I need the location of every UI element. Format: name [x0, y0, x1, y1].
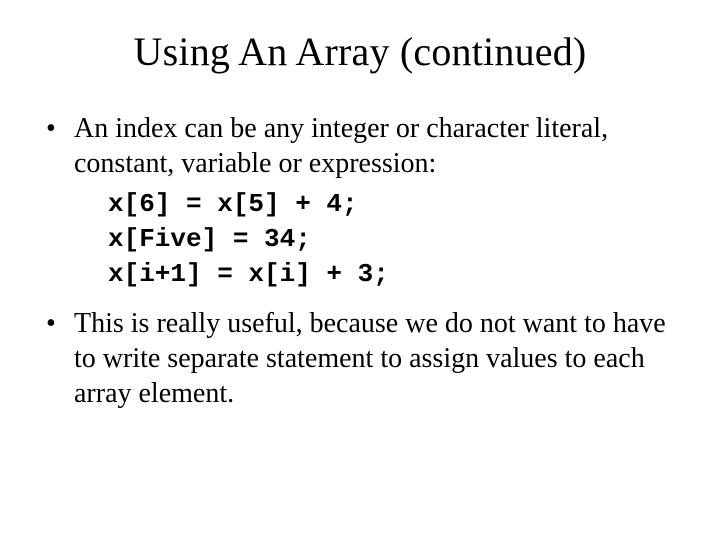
code-line: x[i+1] = x[i] + 3; [108, 257, 680, 292]
bullet-text: This is really useful, because we do not… [74, 308, 666, 409]
slide: Using An Array (continued) An index can … [0, 0, 720, 540]
code-block: x[6] = x[5] + 4; x[Five] = 34; x[i+1] = … [74, 187, 680, 292]
bullet-item: An index can be any integer or character… [40, 111, 680, 292]
bullet-text: An index can be any integer or character… [74, 113, 608, 179]
bullet-item: This is really useful, because we do not… [40, 306, 680, 411]
code-line: x[Five] = 34; [108, 222, 680, 257]
code-line: x[6] = x[5] + 4; [108, 187, 680, 222]
slide-title: Using An Array (continued) [40, 28, 680, 75]
bullet-list: An index can be any integer or character… [40, 111, 680, 411]
